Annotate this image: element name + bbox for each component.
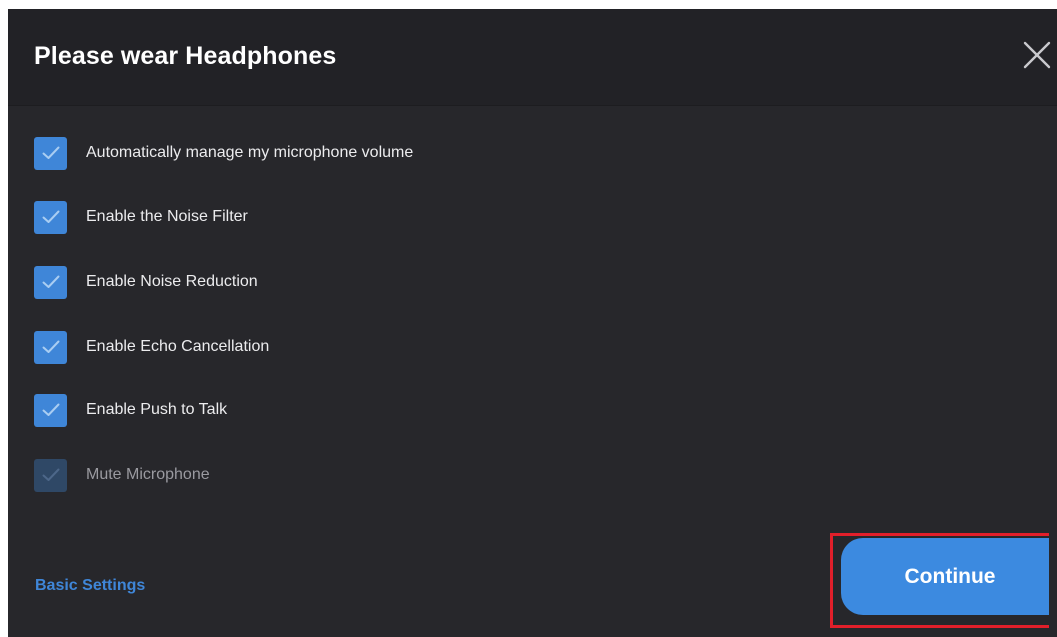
checkmark-icon — [42, 340, 59, 353]
option-noise-filter[interactable]: Enable the Noise Filter — [34, 199, 248, 235]
checkmark-icon — [42, 403, 59, 416]
checkbox[interactable] — [34, 265, 67, 299]
option-label: Enable Push to Talk — [86, 401, 228, 418]
checkbox — [34, 458, 67, 492]
option-auto-mic-volume[interactable]: Automatically manage my microphone volum… — [34, 135, 413, 171]
option-push-to-talk[interactable]: Enable Push to Talk — [34, 392, 227, 428]
checkbox[interactable] — [34, 330, 67, 364]
option-label: Mute Microphone — [86, 466, 210, 483]
option-label: Enable the Noise Filter — [86, 208, 248, 225]
close-icon — [1023, 41, 1051, 69]
option-noise-reduction[interactable]: Enable Noise Reduction — [34, 264, 258, 300]
dialog-title: Please wear Headphones — [34, 42, 337, 70]
checkbox[interactable] — [34, 200, 67, 234]
highlight-box-edge — [830, 625, 1049, 628]
checkmark-icon — [42, 210, 59, 223]
checkbox[interactable] — [34, 136, 67, 170]
continue-button[interactable]: Continue — [841, 538, 1049, 615]
option-label: Enable Echo Cancellation — [86, 338, 270, 355]
dialog-header: Please wear Headphones — [8, 9, 1057, 106]
close-button[interactable] — [1022, 40, 1052, 70]
option-echo-cancellation[interactable]: Enable Echo Cancellation — [34, 329, 269, 365]
option-label: Enable Noise Reduction — [86, 273, 258, 290]
checkmark-icon — [42, 275, 59, 288]
checkmark-icon — [42, 146, 59, 159]
option-label: Automatically manage my microphone volum… — [86, 144, 414, 161]
option-mute-microphone: Mute Microphone — [34, 457, 210, 493]
basic-settings-link[interactable]: Basic Settings — [35, 577, 145, 595]
checkbox[interactable] — [34, 393, 67, 427]
checkmark-icon — [42, 468, 59, 481]
